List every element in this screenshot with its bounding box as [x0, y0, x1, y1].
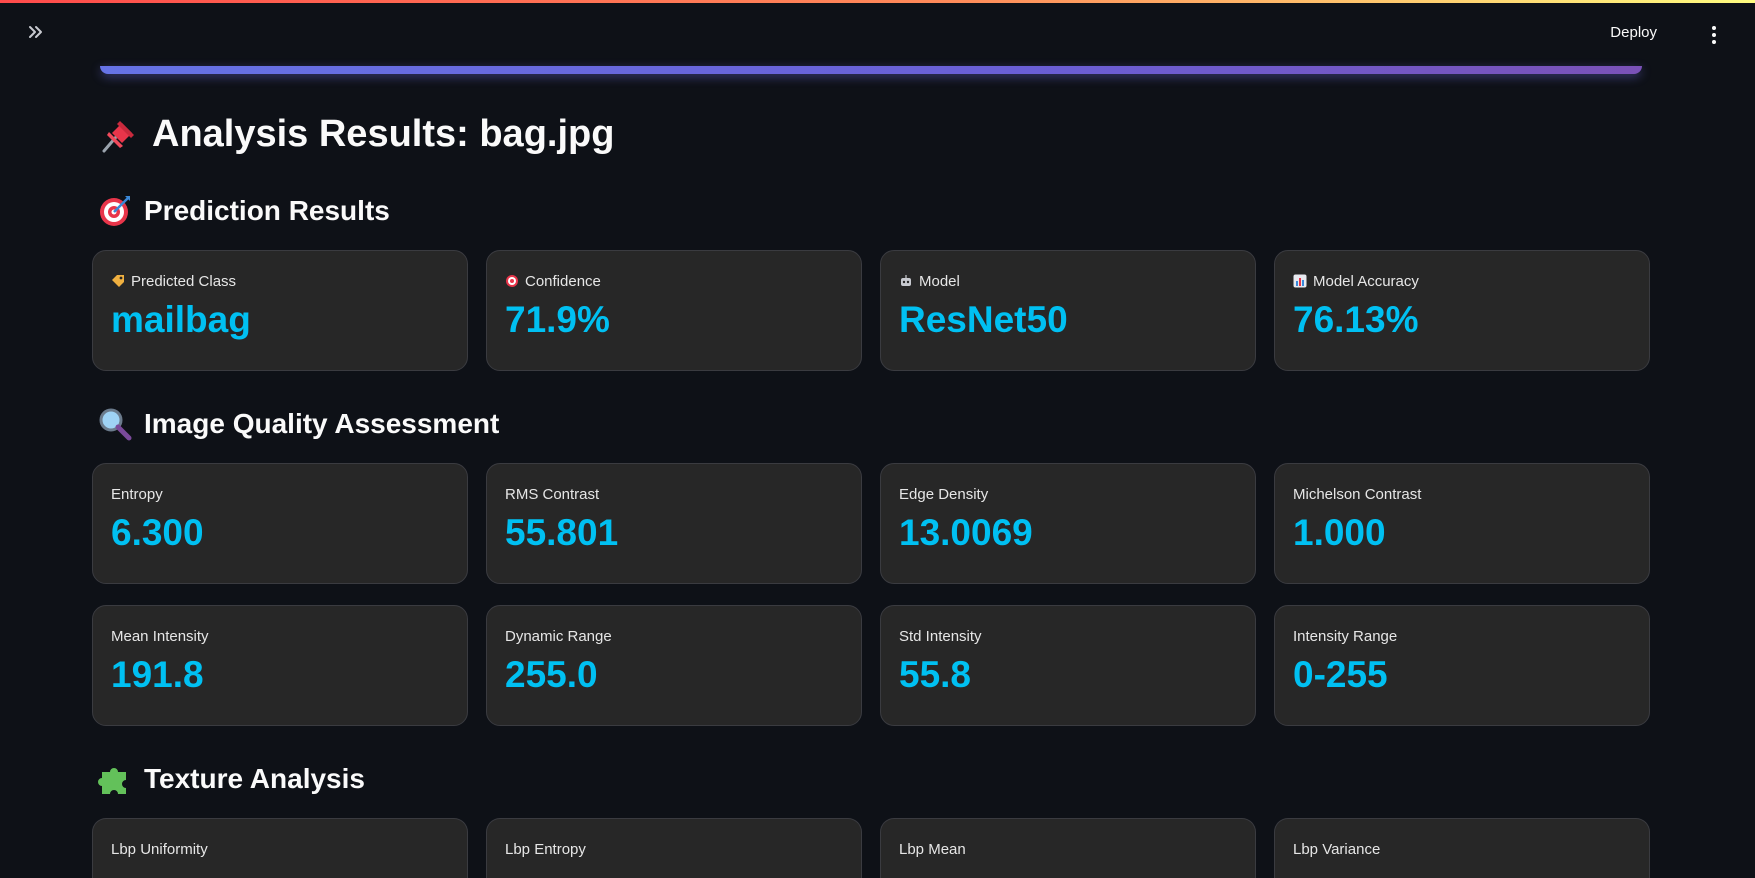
metric-card-model-accuracy: Model Accuracy 76.13% — [1274, 250, 1650, 371]
section-title-text: Prediction Results — [144, 195, 390, 226]
metric-card-intensity-range: Intensity Range 0-255 — [1274, 605, 1650, 726]
metric-label: Predicted Class — [111, 271, 449, 291]
metric-value: 71.9% — [505, 299, 610, 340]
metric-label: Lbp Mean — [899, 840, 966, 858]
metric-label: Michelson Contrast — [1293, 485, 1422, 503]
metric-label: Edge Density — [899, 485, 989, 503]
section-title-text: Texture Analysis — [144, 763, 365, 794]
metric-label: Intensity Range — [1293, 627, 1398, 645]
metric-label: RMS Contrast — [505, 485, 600, 503]
metric-card-lbp-mean: Lbp Mean — [880, 818, 1256, 878]
metric-label: Lbp Variance — [1293, 840, 1381, 858]
double-chevron-right-icon — [29, 26, 42, 38]
metric-label: Dynamic Range — [505, 627, 612, 645]
metric-value: 1.000 — [1293, 512, 1386, 553]
texture-metrics-grid: Lbp Uniformity Lbp Entropy Lbp Mean Lbp … — [92, 818, 1652, 878]
prediction-metrics-grid: Predicted Class mailbag Confidence 71.9% — [92, 250, 1652, 371]
metric-label: Model Accuracy — [1293, 271, 1631, 291]
deploy-button[interactable]: Deploy — [1610, 24, 1657, 41]
header-banner-bottom — [100, 66, 1642, 74]
robot-icon — [901, 275, 911, 286]
target-icon — [506, 275, 518, 287]
header-decoration-stripe — [0, 0, 1755, 3]
metric-value: 13.0069 — [899, 512, 1033, 553]
page-title-text: Analysis Results: bag.jpg — [152, 113, 615, 155]
bullseye-icon — [98, 194, 132, 228]
metric-card-rms-contrast: RMS Contrast 55.801 — [486, 463, 862, 584]
metric-value: 191.8 — [111, 654, 204, 695]
metric-label: Confidence — [505, 271, 843, 291]
quality-metrics-grid: Entropy 6.300 RMS Contrast 55.801 Edge D… — [92, 463, 1652, 726]
metric-card-dynamic-range: Dynamic Range 255.0 — [486, 605, 862, 726]
metric-card-michelson-contrast: Michelson Contrast 1.000 — [1274, 463, 1650, 584]
metric-value: 0-255 — [1293, 654, 1388, 695]
metric-value: 255.0 — [505, 654, 598, 695]
section-title-image-quality: Image Quality Assessment — [98, 407, 499, 441]
kebab-dot — [1712, 26, 1716, 30]
expand-sidebar-button[interactable] — [24, 22, 48, 46]
kebab-dot — [1712, 40, 1716, 44]
metric-card-edge-density: Edge Density 13.0069 — [880, 463, 1256, 584]
metric-card-std-intensity: Std Intensity 55.8 — [880, 605, 1256, 726]
metric-label: Entropy — [111, 485, 163, 503]
section-title-text: Image Quality Assessment — [144, 408, 500, 439]
metric-card-mean-intensity: Mean Intensity 191.8 — [92, 605, 468, 726]
main-menu-button[interactable] — [1707, 22, 1721, 48]
page-title: Analysis Results: bag.jpg — [98, 113, 614, 156]
metric-value: 55.8 — [899, 654, 972, 695]
section-title-texture: Texture Analysis — [98, 762, 365, 796]
metric-label: Lbp Entropy — [505, 840, 586, 858]
section-title-prediction: Prediction Results — [98, 194, 390, 228]
metric-label: Model — [899, 271, 1237, 291]
metric-card-model: Model ResNet50 — [880, 250, 1256, 371]
metric-label: Mean Intensity — [111, 627, 209, 645]
metric-label: Std Intensity — [899, 627, 982, 645]
metric-card-lbp-uniformity: Lbp Uniformity — [92, 818, 468, 878]
tag-icon — [112, 275, 124, 287]
metric-value: ResNet50 — [899, 299, 1068, 340]
metric-card-confidence: Confidence 71.9% — [486, 250, 862, 371]
metric-card-entropy: Entropy 6.300 — [92, 463, 468, 584]
metric-value: 76.13% — [1293, 299, 1419, 340]
metric-card-lbp-variance: Lbp Variance — [1274, 818, 1650, 878]
pushpin-icon — [98, 115, 138, 155]
kebab-dot — [1712, 33, 1716, 37]
metric-value: 55.801 — [505, 512, 619, 553]
bar-chart-icon — [1293, 274, 1307, 288]
magnifying-glass-icon — [98, 407, 132, 441]
puzzle-piece-icon — [98, 762, 132, 796]
metric-card-predicted-class: Predicted Class mailbag — [92, 250, 468, 371]
metric-value: mailbag — [111, 299, 251, 340]
metric-card-lbp-entropy: Lbp Entropy — [486, 818, 862, 878]
metric-label: Lbp Uniformity — [111, 840, 208, 858]
metric-value: 6.300 — [111, 512, 204, 553]
